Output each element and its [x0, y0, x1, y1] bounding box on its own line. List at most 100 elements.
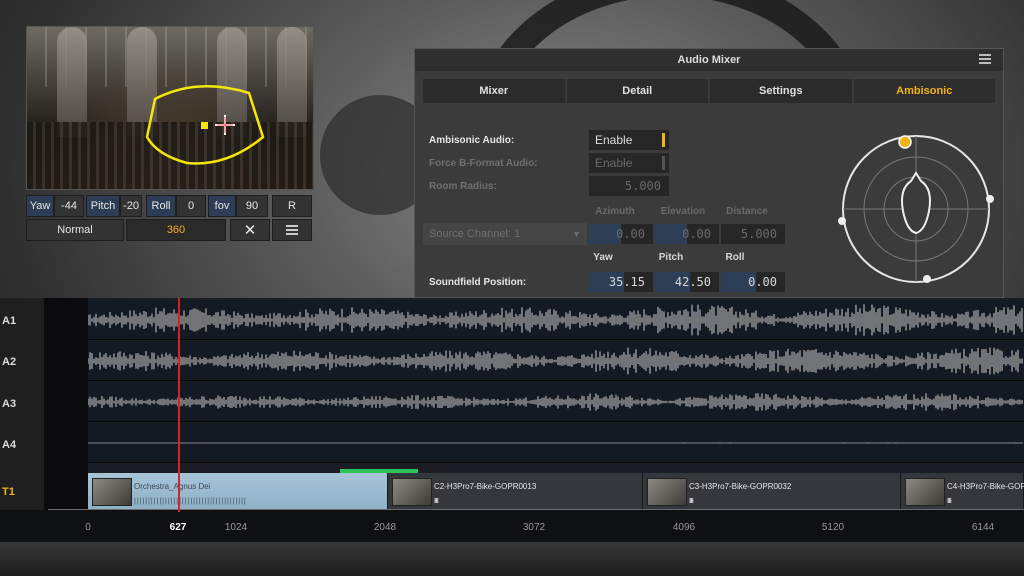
- close-icon: ✕: [243, 222, 257, 239]
- audio-mixer-panel: Audio Mixer Mixer Detail Settings Ambiso…: [414, 48, 1004, 298]
- mixer-tabs: Mixer Detail Settings Ambisonic: [423, 79, 997, 103]
- source-channel-select[interactable]: Source Channel: 1 ▼: [423, 223, 587, 245]
- track-label-a1[interactable]: A1: [0, 315, 44, 327]
- clip-thumbnail: [647, 478, 687, 506]
- close-button[interactable]: ✕: [230, 219, 270, 241]
- roll-value[interactable]: 0: [176, 195, 206, 217]
- mixer-menu-icon[interactable]: [979, 54, 991, 64]
- soundfield-roll-field[interactable]: 0.00: [721, 272, 785, 292]
- ruler-tick: 1024: [224, 522, 248, 533]
- tab-settings[interactable]: Settings: [710, 79, 854, 103]
- waveform: [87, 442, 1023, 444]
- tab-mixer[interactable]: Mixer: [423, 79, 567, 103]
- soundfield-position-label: Soundfield Position:: [429, 277, 527, 288]
- track-header-column: A1 A2 A3 A4 T1: [0, 298, 44, 542]
- clip-orchestra[interactable]: Orchestra_Agnus Dei ||||||||||||||||||||…: [88, 473, 388, 509]
- clip-thumbnail: [905, 478, 945, 506]
- soundfield-radar[interactable]: [835, 129, 997, 289]
- track-gutter: [44, 298, 88, 510]
- tab-detail[interactable]: Detail: [566, 79, 710, 103]
- mixer-title: Audio Mixer: [415, 49, 1003, 71]
- clip-marks: IIII: [689, 498, 694, 505]
- clip-name: C3-H3Pro7-Bike-GOPR0032: [689, 482, 792, 491]
- roll-label: Roll: [146, 195, 176, 217]
- audio-track-a1[interactable]: [87, 300, 1024, 340]
- ruler-tick: 6144: [971, 522, 995, 533]
- pitch-label: Pitch: [86, 195, 120, 217]
- orientation-handle: [923, 275, 931, 283]
- ambisonic-enable-toggle[interactable]: Enable: [589, 130, 669, 150]
- audio-track-a3[interactable]: [87, 382, 1024, 422]
- yaw-label: Yaw: [26, 195, 54, 217]
- projection-mode[interactable]: 360: [126, 219, 226, 241]
- clip-thumbnail: [392, 478, 432, 506]
- head-icon: [901, 171, 931, 235]
- clip-name: Orchestra_Agnus Dei: [134, 482, 211, 491]
- playhead[interactable]: [178, 298, 180, 512]
- ruler-current-time: 627: [169, 522, 187, 533]
- chevron-down-icon: ▼: [572, 229, 581, 239]
- track-label-a4[interactable]: A4: [0, 439, 44, 451]
- menu-icon: [286, 223, 298, 237]
- pitch-header: Pitch: [658, 252, 684, 263]
- waveform-path: [87, 442, 1023, 444]
- audio-track-a4[interactable]: [87, 423, 1024, 463]
- waveform: [87, 393, 1023, 411]
- yaw-header: Yaw: [593, 252, 613, 263]
- clip-name: C2-H3Pro7-Bike-GOPR0013: [434, 482, 537, 491]
- source-channel-text: Source Channel: 1: [429, 228, 521, 240]
- waveform-path: [87, 304, 1023, 336]
- clip-c2[interactable]: C2-H3Pro7-Bike-GOPR0013 IIII: [388, 473, 643, 509]
- source-handle: [898, 135, 912, 149]
- distance-header: Distance: [726, 206, 768, 217]
- fov-label: fov: [208, 195, 236, 217]
- elevation-field[interactable]: 0.00: [655, 224, 719, 244]
- preview-menu-button[interactable]: [272, 219, 312, 241]
- timeline: A1 A2 A3 A4 T1 Orchestra_Agnus Dei |||||…: [0, 298, 1024, 542]
- waveform-path: [87, 393, 1023, 411]
- azimuth-header: Azimuth: [595, 206, 635, 217]
- view-mode-select[interactable]: Normal: [26, 219, 124, 241]
- roll-header: Roll: [725, 252, 745, 263]
- background-floor: [0, 540, 1024, 576]
- toggle-indicator: [662, 156, 665, 170]
- tab-ambisonic[interactable]: Ambisonic: [853, 79, 997, 103]
- pitch-value[interactable]: -20: [120, 195, 142, 217]
- clip-marks: IIII: [434, 498, 439, 505]
- ruler-tick: 3072: [522, 522, 546, 533]
- video-preview[interactable]: [26, 26, 314, 190]
- timeline-ruler[interactable]: 0 627 1024 2048 3072 4096 5120 6144: [0, 510, 1024, 542]
- soundfield-yaw-field[interactable]: 35.15: [589, 272, 653, 292]
- ruler-tick: 2048: [373, 522, 397, 533]
- ruler-tick: 4096: [672, 522, 696, 533]
- track-label-a3[interactable]: A3: [0, 398, 44, 410]
- waveform: [87, 304, 1023, 336]
- track-label-a2[interactable]: A2: [0, 356, 44, 368]
- fov-center-marker: [201, 122, 208, 129]
- force-bformat-label: Force B-Format Audio:: [429, 158, 538, 169]
- orientation-handle: [838, 217, 846, 225]
- reset-button[interactable]: R: [272, 195, 312, 217]
- ruler-tick: 0: [85, 522, 91, 533]
- waveform-path: [87, 347, 1023, 375]
- clip-marks: IIII: [947, 498, 952, 505]
- toggle-indicator: [662, 133, 665, 147]
- distance-field[interactable]: 5.000: [721, 224, 785, 244]
- yaw-value[interactable]: -44: [54, 195, 84, 217]
- ruler-tick: 5120: [821, 522, 845, 533]
- audio-track-a2[interactable]: [87, 341, 1024, 381]
- azimuth-field[interactable]: 0.00: [589, 224, 653, 244]
- clip-c4[interactable]: C4-H3Pro7-Bike-GOPR0 IIII: [901, 473, 1024, 509]
- clip-name: C4-H3Pro7-Bike-GOPR0: [947, 482, 1024, 491]
- force-bformat-toggle[interactable]: Enable: [589, 153, 669, 173]
- clip-c3[interactable]: C3-H3Pro7-Bike-GOPR0032 IIII: [643, 473, 901, 509]
- elevation-header: Elevation: [660, 206, 706, 217]
- force-bformat-text: Enable: [595, 156, 633, 170]
- orientation-handle: [986, 195, 994, 203]
- fov-value[interactable]: 90: [236, 195, 268, 217]
- clip-thumbnail: [92, 478, 132, 506]
- fov-overlay[interactable]: [27, 27, 314, 190]
- soundfield-pitch-field[interactable]: 42.50: [655, 272, 719, 292]
- track-label-t1[interactable]: T1: [0, 486, 44, 498]
- room-radius-field[interactable]: 5.000: [589, 176, 669, 196]
